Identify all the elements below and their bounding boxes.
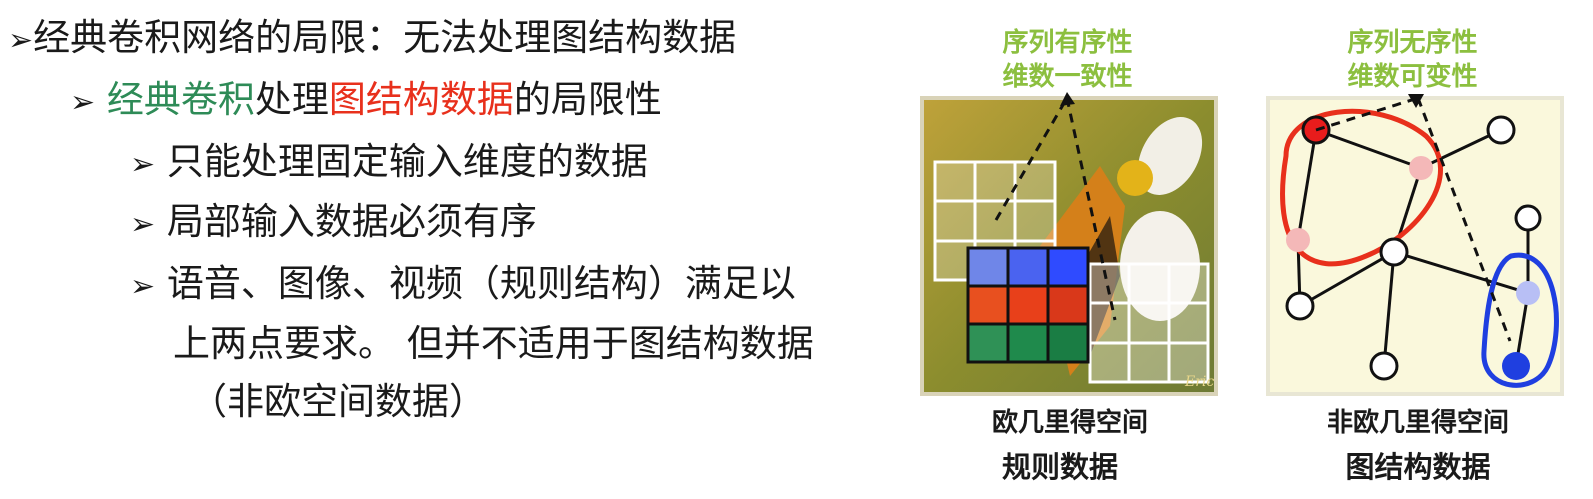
bullet-arrow-icon: ➢ xyxy=(130,147,156,182)
left-dashed-arrows xyxy=(994,92,1117,321)
watermark-text: Eric xyxy=(1184,374,1214,390)
bullet-item-2: ➢ 局部输入数据必须有序 xyxy=(130,200,537,247)
bullet-text: 局部输入数据必须有序 xyxy=(166,200,537,243)
subheading-red-text: 图结构数据 xyxy=(328,78,514,121)
heading-line: ➢经典卷积网络的局限：无法处理图结构数据 xyxy=(8,16,736,63)
right-dashed-arrows xyxy=(1315,94,1512,342)
unordered-label: 序列无序性 xyxy=(1347,28,1478,58)
bullet-item-3: ➢ 语音、图像、视频（规则结构）满足以 xyxy=(130,262,796,309)
bullet-text: 语音、图像、视频（规则结构）满足以 xyxy=(166,262,796,305)
bullet-text: 只能处理固定输入维度的数据 xyxy=(166,140,648,183)
bullet-item-1: ➢ 只能处理固定输入维度的数据 xyxy=(130,140,648,187)
heading-text: 经典卷积网络的局限：无法处理图结构数据 xyxy=(33,16,737,59)
graph-data-label: 图结构数据 xyxy=(1345,450,1491,484)
bullet-arrow-icon: ➢ xyxy=(130,269,156,304)
left-panel-top-label: 序列有序性 维数一致性 xyxy=(985,26,1150,94)
bullet-text: 上两点要求。 但并不适用于图结构数据 xyxy=(173,322,814,365)
right-panel-caption-2: 图结构数据 xyxy=(1338,444,1498,486)
bullet-arrow-icon: ➢ xyxy=(8,23,34,58)
bullet-arrow-icon: ➢ xyxy=(130,207,156,242)
bullet-arrow-icon: ➢ xyxy=(70,85,96,120)
subheading-green-text: 经典卷积 xyxy=(106,78,255,121)
order-label: 序列有序性 xyxy=(1002,28,1133,58)
right-panel-caption: 非欧几里得空间 xyxy=(1318,402,1518,439)
dimension-label: 维数一致性 xyxy=(1002,62,1133,92)
euclidean-space-label: 欧几里得空间 xyxy=(991,408,1148,438)
non-euclidean-space-label: 非欧几里得空间 xyxy=(1326,408,1509,438)
bullet-text: （非欧空间数据） xyxy=(190,380,486,423)
left-panel-caption-2: 规则数据 xyxy=(985,444,1135,486)
bullet-item-3-cont2: （非欧空间数据） xyxy=(190,380,486,424)
regular-data-label: 规则数据 xyxy=(1001,450,1118,484)
bullet-item-3-cont: 上两点要求。 但并不适用于图结构数据 xyxy=(173,322,814,366)
subheading-line: ➢ 经典卷积处理图结构数据的局限性 xyxy=(70,78,662,125)
left-panel-caption: 欧几里得空间 xyxy=(985,402,1155,439)
right-panel-top-label: 序列无序性 维数可变性 xyxy=(1330,26,1495,94)
subheading-mid-text: 处理 xyxy=(254,78,329,121)
subheading-end-text: 的局限性 xyxy=(513,78,662,121)
